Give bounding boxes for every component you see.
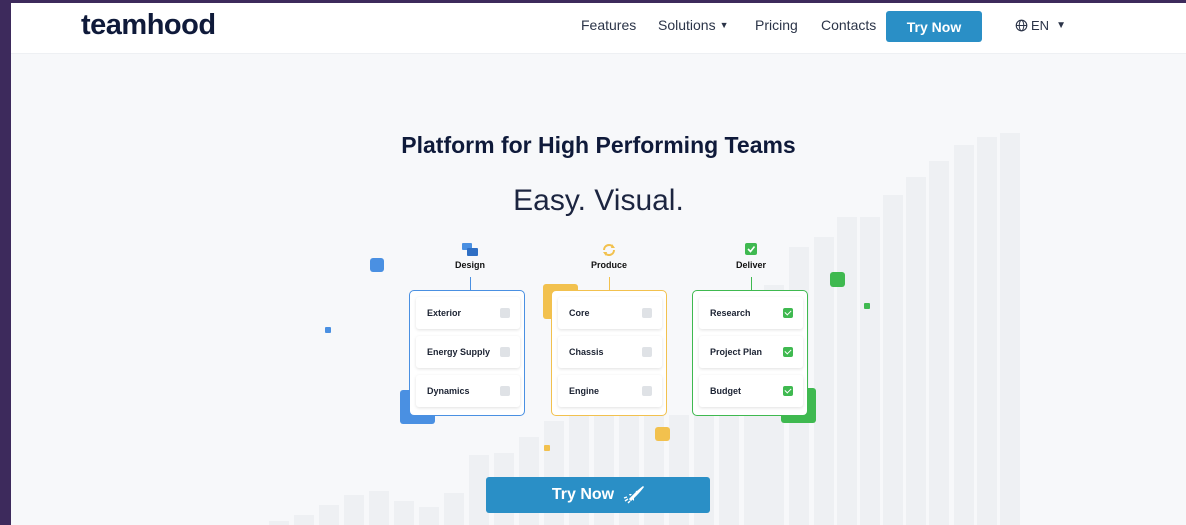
column-header-deliver: Deliver (691, 243, 811, 270)
bg-bar (269, 521, 289, 525)
task-label: Core (569, 308, 590, 318)
window-frame-left (0, 0, 11, 525)
language-selector[interactable]: EN ▼ (1015, 18, 1066, 33)
task-row[interactable]: Engine (558, 375, 662, 407)
bg-bar (744, 405, 764, 525)
cta-label: Try Now (551, 486, 615, 503)
bg-bar (444, 493, 464, 525)
bg-bar (906, 177, 926, 525)
task-label: Chassis (569, 347, 604, 357)
task-checkbox[interactable] (500, 386, 510, 396)
task-checkbox[interactable] (500, 347, 510, 357)
task-label: Engine (569, 386, 600, 396)
task-label: Energy Supply (427, 347, 491, 357)
column-title: Deliver (735, 260, 767, 270)
hero-try-now-button[interactable]: Try Now (486, 477, 710, 513)
column-title: Produce (590, 260, 627, 270)
column-card-produce: Core Chassis Engine (551, 290, 667, 416)
nav-contacts-link[interactable]: Contacts (821, 17, 876, 33)
column-connector (751, 277, 752, 291)
bg-bar (883, 195, 903, 525)
task-label: Dynamics (427, 386, 470, 396)
bg-bar (394, 501, 414, 525)
decor-square-blue-small (325, 327, 331, 333)
task-row[interactable]: Core (558, 297, 662, 329)
task-checkbox[interactable] (642, 308, 652, 318)
chat-bubbles-icon (462, 243, 478, 256)
column-connector (470, 277, 471, 291)
task-checkbox[interactable] (642, 386, 652, 396)
task-label: Project Plan (710, 347, 763, 357)
nav-features-link[interactable]: Features (581, 17, 636, 33)
chevron-down-icon: ▼ (719, 20, 729, 30)
rocket-icon (623, 486, 644, 504)
task-label: Budget (710, 386, 741, 396)
header-try-now-button[interactable]: Try Now (886, 11, 982, 42)
column-header-produce: Produce (549, 243, 669, 270)
decor-square-blue (370, 258, 384, 272)
bg-bar (419, 507, 439, 525)
task-checkbox-checked[interactable] (783, 386, 793, 396)
decor-square-green (830, 272, 845, 287)
task-label: Exterior (427, 308, 462, 318)
task-checkbox[interactable] (642, 347, 652, 357)
column-header-design: Design (410, 243, 530, 270)
task-row[interactable]: Project Plan (699, 336, 803, 368)
teamhood-logo[interactable]: teamhood (81, 9, 216, 42)
task-row[interactable]: Exterior (416, 297, 520, 329)
column-card-design: Exterior Energy Supply Dynamics (409, 290, 525, 416)
caret-down-icon: ▼ (1056, 20, 1066, 31)
nav-solutions-label: Solutions (658, 17, 716, 33)
hero-subtitle: Easy. Visual. (513, 184, 684, 217)
task-label: Research (710, 308, 751, 318)
site-header: teamhood Features Solutions ▼ Pricing Con… (11, 3, 1186, 54)
bg-bar (719, 415, 739, 525)
check-square-icon (745, 243, 757, 255)
decor-square-yellow-small (544, 445, 550, 451)
task-checkbox-checked[interactable] (783, 308, 793, 318)
task-row[interactable]: Chassis (558, 336, 662, 368)
task-row[interactable]: Dynamics (416, 375, 520, 407)
globe-icon (1015, 19, 1028, 32)
task-checkbox[interactable] (500, 308, 510, 318)
decor-square-green-small (864, 303, 870, 309)
column-connector (609, 277, 610, 291)
bg-bar (294, 515, 314, 525)
bg-bar (344, 495, 364, 525)
nav-pricing-link[interactable]: Pricing (755, 17, 798, 33)
task-row[interactable]: Energy Supply (416, 336, 520, 368)
language-label: EN (1031, 18, 1050, 33)
decor-square-yellow (655, 427, 670, 441)
task-row[interactable]: Research (699, 297, 803, 329)
bg-bar (837, 217, 857, 525)
bg-bar (860, 217, 880, 525)
column-card-deliver: Research Project Plan Budget (692, 290, 808, 416)
bg-bar (369, 491, 389, 525)
bg-bar (319, 505, 339, 525)
page: teamhood Features Solutions ▼ Pricing Con… (11, 3, 1186, 525)
nav-solutions-link[interactable]: Solutions ▼ (658, 17, 729, 33)
column-title: Design (454, 260, 485, 270)
task-checkbox-checked[interactable] (783, 347, 793, 357)
hero-title: Platform for High Performing Teams (401, 132, 796, 158)
task-row[interactable]: Budget (699, 375, 803, 407)
refresh-icon (603, 244, 615, 256)
